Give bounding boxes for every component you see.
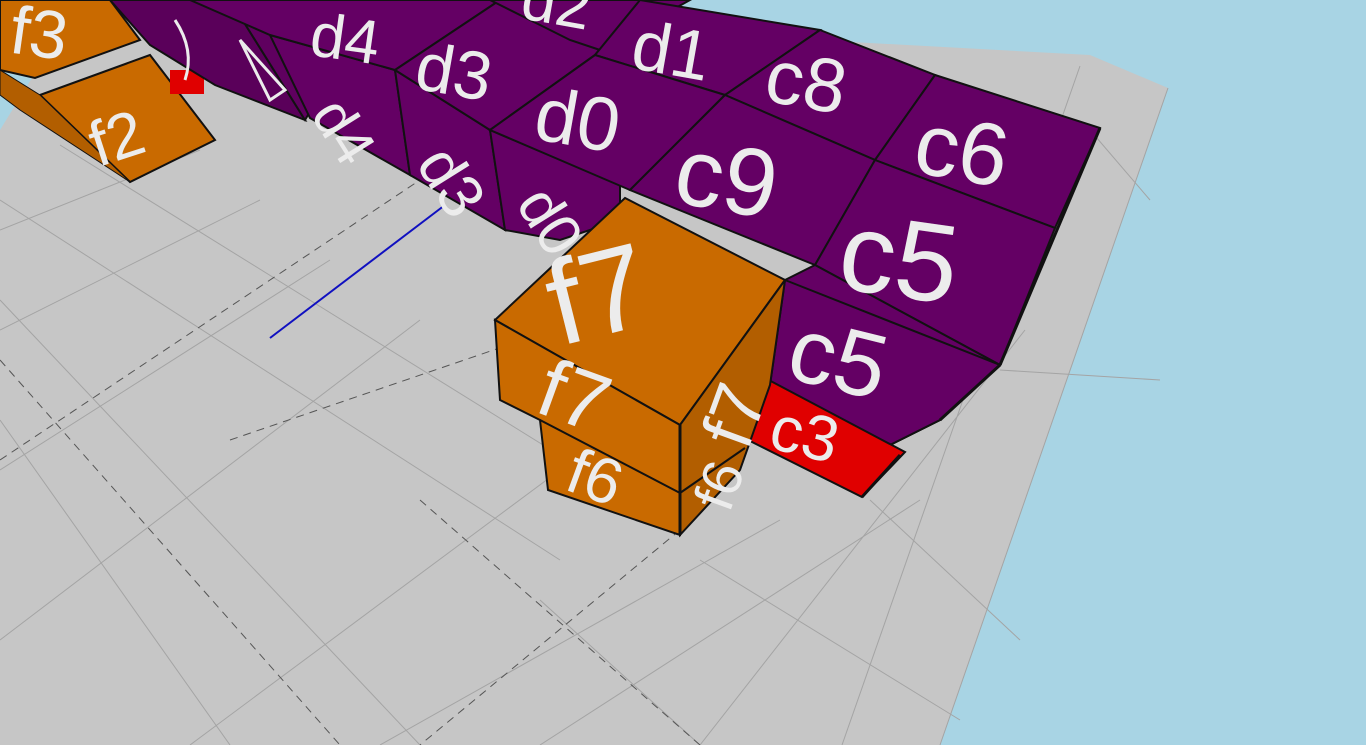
block-label-f3: f3: [6, 0, 73, 75]
top-label-d1: d1: [626, 6, 716, 96]
block-world-scene: f3 f2 d4 d3 d0 d4 d2 d3 d1 d0 c8 c9 c6 c…: [0, 0, 1366, 745]
top-label-d0: d0: [529, 71, 627, 169]
top-label-c6: c6: [908, 93, 1017, 207]
top-label-d3: d3: [410, 28, 498, 116]
top-label-d4: d4: [306, 0, 384, 78]
top-label-c9: c9: [667, 117, 785, 240]
top-label-c8: c8: [759, 33, 853, 131]
